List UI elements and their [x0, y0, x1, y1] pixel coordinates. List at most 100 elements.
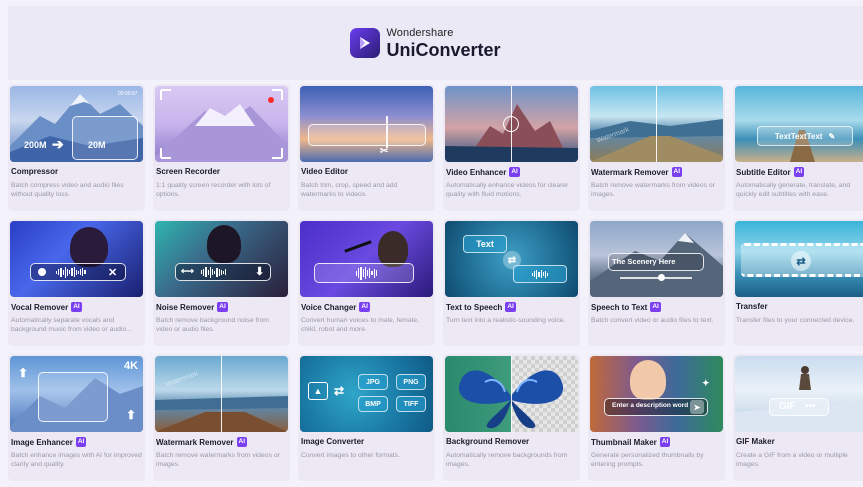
tool-card-background-remover[interactable]: Background Remover Automatically remove …	[443, 354, 580, 481]
tool-card-image-converter[interactable]: ▲ ⇄ JPG PNG BMP TIFF Image Converter Con…	[298, 354, 435, 481]
tool-description: Automatically enhance videos for clearer…	[446, 182, 569, 198]
tool-title: Watermark Remover	[156, 437, 234, 447]
ai-badge: AI	[217, 302, 228, 312]
brand-product: UniConverter	[386, 39, 501, 60]
resolution-label: 4K	[124, 360, 139, 372]
thumbnail-maker-thumbnail: Enter a description word ➤ ✦	[590, 356, 723, 432]
tool-title: Compressor	[11, 167, 59, 176]
ai-badge: AI	[71, 302, 82, 312]
brand: Wondershare UniConverter	[350, 26, 501, 60]
gif-chip	[769, 398, 829, 416]
caption-text: The Scenery Here	[612, 257, 676, 266]
subtitle-text-box: TextTextText ✎	[757, 126, 853, 146]
ai-badge: AI	[75, 437, 87, 447]
compare-divider	[656, 86, 657, 162]
text-to-speech-thumbnail: Text ⇄	[445, 221, 578, 297]
remove-icon: ✕	[108, 267, 118, 279]
tool-description: 1:1 quality screen recorder with lots of…	[156, 182, 271, 198]
tool-description: Batch convert video or audio files to te…	[591, 317, 714, 324]
speech-to-text-thumbnail: The Scenery Here	[590, 221, 723, 297]
upscale-arrow-icon: ⬆	[126, 408, 137, 422]
performer-silhouette	[207, 225, 241, 263]
tool-card-transfer[interactable]: ⇄ Transfer Transfer files to your connec…	[733, 219, 863, 346]
tool-title: Vocal Remover	[11, 302, 69, 312]
tool-description: Transfer files to your connected device.	[736, 317, 855, 324]
tool-card-speech-to-text[interactable]: The Scenery Here Speech to Text AI Batch …	[588, 219, 725, 346]
arrow-right-icon: ➔	[52, 136, 64, 152]
tool-card-vocal-remover[interactable]: ✕ Vocal Remover AI Automatically separate…	[8, 219, 145, 346]
waveform	[201, 266, 227, 278]
tool-description: Batch remove watermarks from videos or i…	[591, 182, 715, 198]
tool-title: Text to Speech	[446, 302, 503, 312]
tool-card-text-to-speech[interactable]: Text ⇄ Text to Speech AI Turn text into a…	[443, 219, 580, 346]
video-timecode: 00:00:07	[118, 91, 138, 97]
tool-title: Video Enhancer	[446, 167, 507, 177]
tool-description: Batch enhance images with AI for improve…	[11, 452, 142, 468]
pencil-icon: ✎	[828, 131, 836, 141]
format-tiff: TIFF	[396, 396, 426, 412]
compare-divider	[511, 356, 512, 432]
ai-badge: AI	[505, 302, 516, 312]
tool-title: Transfer	[736, 302, 768, 311]
tool-description: Automatically remove backgrounds from im…	[446, 452, 568, 468]
prompt-placeholder: Enter a description word	[612, 402, 689, 409]
waveform	[356, 266, 377, 280]
ai-badge: AI	[650, 302, 661, 312]
character-portrait	[630, 360, 666, 400]
tool-card-screen-recorder[interactable]: Screen Recorder 1:1 quality screen recor…	[153, 84, 290, 211]
format-bmp: BMP	[358, 396, 388, 412]
subtitle-editor-thumbnail: TextTextText ✎	[735, 86, 863, 162]
progress-slider	[620, 277, 692, 279]
tool-card-gif-maker[interactable]: GIF ••• GIF Maker Create a GIF from a vi…	[733, 354, 863, 481]
compress-from-size: 200M	[24, 140, 47, 150]
watermark-remover-thumbnail: Watermark	[590, 86, 723, 162]
tool-card-image-enhancer[interactable]: 4K ⬆ ⬆ Image Enhancer AI Batch enhance im…	[8, 354, 145, 481]
tool-card-subtitle-editor[interactable]: TextTextText ✎ Subtitle Editor AI Automati…	[733, 84, 863, 211]
download-arrow-icon: ⬇	[255, 266, 265, 278]
tool-card-noise-remover[interactable]: ⟷ ⬇ Noise Remover AI Batch remove backgro…	[153, 219, 290, 346]
sparkle-icon: ✦	[702, 378, 710, 388]
singer-silhouette	[70, 227, 108, 267]
subtitle-sample: TextTextText	[774, 131, 823, 141]
video-enhancer-thumbnail	[445, 86, 578, 162]
brand-company: Wondershare	[386, 26, 454, 39]
tool-card-watermark-remover[interactable]: Watermark Watermark Remover AI Batch remo…	[588, 84, 725, 211]
tools-grid: 200M ➔ 20M 00:00:07 Compressor Batch com…	[8, 84, 863, 481]
slider-knob	[658, 274, 665, 281]
tool-description: Convert images to other formats.	[301, 452, 400, 459]
compress-to-size: 20M	[88, 140, 106, 150]
tool-card-voice-changer[interactable]: Voice Changer AI Convert human voices to …	[298, 219, 435, 346]
disc-icon	[38, 268, 46, 276]
tool-title: Watermark Remover	[591, 167, 669, 177]
tool-card-video-editor[interactable]: ✂ Video Editor Batch trim, crop, speed a…	[298, 84, 435, 211]
tool-description: Create a GIF from a video or multiple im…	[736, 452, 848, 468]
text-chip: Text	[463, 235, 507, 253]
waveform	[56, 266, 86, 278]
tool-description: Batch remove watermarks from videos or i…	[156, 452, 280, 468]
tool-card-watermark-remover-image[interactable]: Watermark Watermark Remover AI Batch remo…	[153, 354, 290, 481]
noise-remover-thumbnail: ⟷ ⬇	[155, 221, 288, 297]
upscale-arrow-icon: ⬆	[18, 366, 29, 380]
tool-description: Turn text into a realistic-sounding voic…	[446, 317, 566, 324]
format-jpg: JPG	[358, 374, 388, 390]
tool-description: Automatically separate vocals and backgr…	[11, 317, 132, 333]
ai-badge: AI	[793, 167, 805, 177]
gif-maker-thumbnail: GIF •••	[735, 356, 863, 432]
compressor-thumbnail: 200M ➔ 20M 00:00:07	[10, 86, 143, 162]
tool-card-video-enhancer[interactable]: Video Enhancer AI Automatically enhance v…	[443, 84, 580, 211]
arrows-horizontal-icon: ⟷	[181, 266, 194, 276]
compare-divider	[221, 356, 222, 432]
uniconverter-logo-icon	[350, 28, 381, 58]
tool-description: Batch remove background noise from video…	[156, 317, 269, 333]
tool-title: Background Remover	[446, 437, 530, 446]
tool-card-compressor[interactable]: 200M ➔ 20M 00:00:07 Compressor Batch com…	[8, 84, 145, 211]
video-editor-thumbnail: ✂	[300, 86, 433, 162]
microphone-icon	[344, 240, 372, 253]
record-indicator-icon	[268, 97, 274, 103]
tool-description: Automatically generate, translate, and q…	[736, 182, 851, 198]
tool-description: Batch trim, crop, speed and add watermar…	[301, 182, 398, 198]
ai-badge: AI	[509, 167, 520, 177]
tool-title: Noise Remover	[156, 302, 215, 312]
voice-changer-thumbnail	[300, 221, 433, 297]
tool-card-thumbnail-maker[interactable]: Enter a description word ➤ ✦ Thumbnail M…	[588, 354, 725, 481]
